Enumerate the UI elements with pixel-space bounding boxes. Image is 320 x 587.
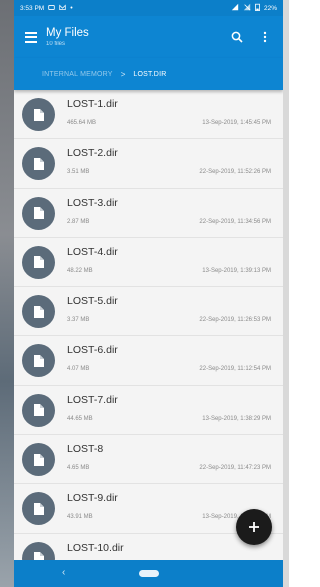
breadcrumb-parent[interactable]: INTERNAL MEMORY xyxy=(42,71,113,78)
file-name: LOST-6.dir xyxy=(67,344,118,357)
notification-icon xyxy=(48,4,55,13)
file-date: 13-Sep-2019, 1:39:13 PM xyxy=(202,267,271,274)
file-name: LOST-9.dir xyxy=(67,492,118,505)
file-date: 22-Sep-2019, 11:26:53 PM xyxy=(199,317,271,324)
file-date: 13-Sep-2019, 1:38:29 PM xyxy=(202,415,271,422)
page-title: My Files xyxy=(46,26,89,39)
list-item[interactable]: LOST-5.dir 3.37 MB 22-Sep-2019, 11:26:53… xyxy=(14,287,283,337)
file-date: 22-Sep-2019, 11:12:54 PM xyxy=(199,366,271,373)
list-item[interactable]: LOST-1.dir 465.64 MB 13-Sep-2019, 1:45:4… xyxy=(14,90,283,140)
file-icon xyxy=(22,245,55,279)
list-item[interactable]: LOST-6.dir 4.07 MB 22-Sep-2019, 11:12:54… xyxy=(14,336,283,386)
list-item[interactable]: LOST-7.dir 44.65 MB 13-Sep-2019, 1:38:29… xyxy=(14,385,283,436)
file-name: LOST-2.dir xyxy=(67,147,118,160)
file-name: LOST-3.dir xyxy=(67,196,118,209)
file-icon xyxy=(22,295,55,329)
page-subtitle: 10 files xyxy=(46,40,66,47)
dot-icon: • xyxy=(70,4,73,12)
file-name: LOST-7.dir xyxy=(67,393,118,406)
screen-edge xyxy=(283,0,289,587)
add-fab-button[interactable] xyxy=(236,509,272,545)
file-size: 48.22 MB xyxy=(67,267,93,274)
search-icon xyxy=(231,31,243,43)
app-toolbar: My Files 10 files xyxy=(14,16,283,58)
battery-icon xyxy=(255,3,260,13)
title-block: My Files 10 files xyxy=(44,27,223,48)
file-date: 22-Sep-2019, 11:52:26 PM xyxy=(199,169,271,176)
file-date: 13-Sep-2019, 1:45:45 PM xyxy=(202,120,271,126)
wallpaper-edge xyxy=(0,0,14,587)
file-date: 22-Sep-2019, 11:34:56 PM xyxy=(199,218,271,225)
breadcrumb: INTERNAL MEMORY > LOST.DIR xyxy=(14,58,283,90)
file-name: LOST-8 xyxy=(67,443,104,456)
gmail-icon xyxy=(59,3,66,13)
file-date: 22-Sep-2019, 11:47:23 PM xyxy=(199,465,271,472)
battery-percent: 22% xyxy=(263,4,277,12)
search-button[interactable] xyxy=(223,23,251,51)
file-size: 44.65 MB xyxy=(67,415,93,422)
file-name: LOST-5.dir xyxy=(67,295,118,308)
file-size: 4.65 MB xyxy=(67,465,90,472)
more-options-button[interactable] xyxy=(251,23,279,51)
plus-icon xyxy=(249,522,259,532)
chevron-right-icon: > xyxy=(120,69,126,79)
file-size: 4.07 MB xyxy=(67,366,90,373)
file-size: 2.87 MB xyxy=(67,218,90,225)
file-name: LOST-10.dir xyxy=(67,541,124,554)
hamburger-menu-icon[interactable] xyxy=(18,24,44,50)
file-icon xyxy=(22,98,55,131)
breadcrumb-current[interactable]: LOST.DIR xyxy=(133,71,166,78)
more-vert-icon xyxy=(263,31,267,43)
file-icon xyxy=(22,196,55,230)
list-item[interactable]: LOST-8 4.65 MB 22-Sep-2019, 11:47:23 PM xyxy=(14,435,283,485)
signal-icon xyxy=(231,3,239,13)
file-icon xyxy=(22,393,55,427)
file-name: LOST-4.dir xyxy=(67,245,118,258)
phone-screen: 3:53 PM • 22% My Files 10 files INTERNAL… xyxy=(14,0,283,587)
file-size: 3.37 MB xyxy=(67,317,90,324)
file-icon xyxy=(22,492,55,526)
file-size: 3.51 MB xyxy=(67,169,90,176)
file-icon xyxy=(22,443,55,477)
file-size: 43.91 MB xyxy=(67,514,93,521)
file-icon xyxy=(22,344,55,378)
file-icon xyxy=(22,147,55,181)
file-name: LOST-1.dir xyxy=(67,98,118,110)
list-item[interactable]: LOST-4.dir 48.22 MB 13-Sep-2019, 1:39:13… xyxy=(14,237,283,288)
back-icon[interactable]: ‹ xyxy=(62,567,65,578)
wifi-off-icon xyxy=(243,3,251,13)
status-bar: 3:53 PM • 22% xyxy=(14,0,283,16)
navigation-bar: ‹ xyxy=(14,560,283,587)
list-item[interactable]: LOST-2.dir 3.51 MB 22-Sep-2019, 11:52:26… xyxy=(14,139,283,189)
home-pill-icon[interactable] xyxy=(138,570,159,577)
status-time: 3:53 PM xyxy=(20,4,45,12)
file-size: 465.64 MB xyxy=(67,120,97,126)
file-list: LOST-1.dir 465.64 MB 13-Sep-2019, 1:45:4… xyxy=(14,90,283,583)
list-item[interactable]: LOST-3.dir 2.87 MB 22-Sep-2019, 11:34:56… xyxy=(14,188,283,238)
